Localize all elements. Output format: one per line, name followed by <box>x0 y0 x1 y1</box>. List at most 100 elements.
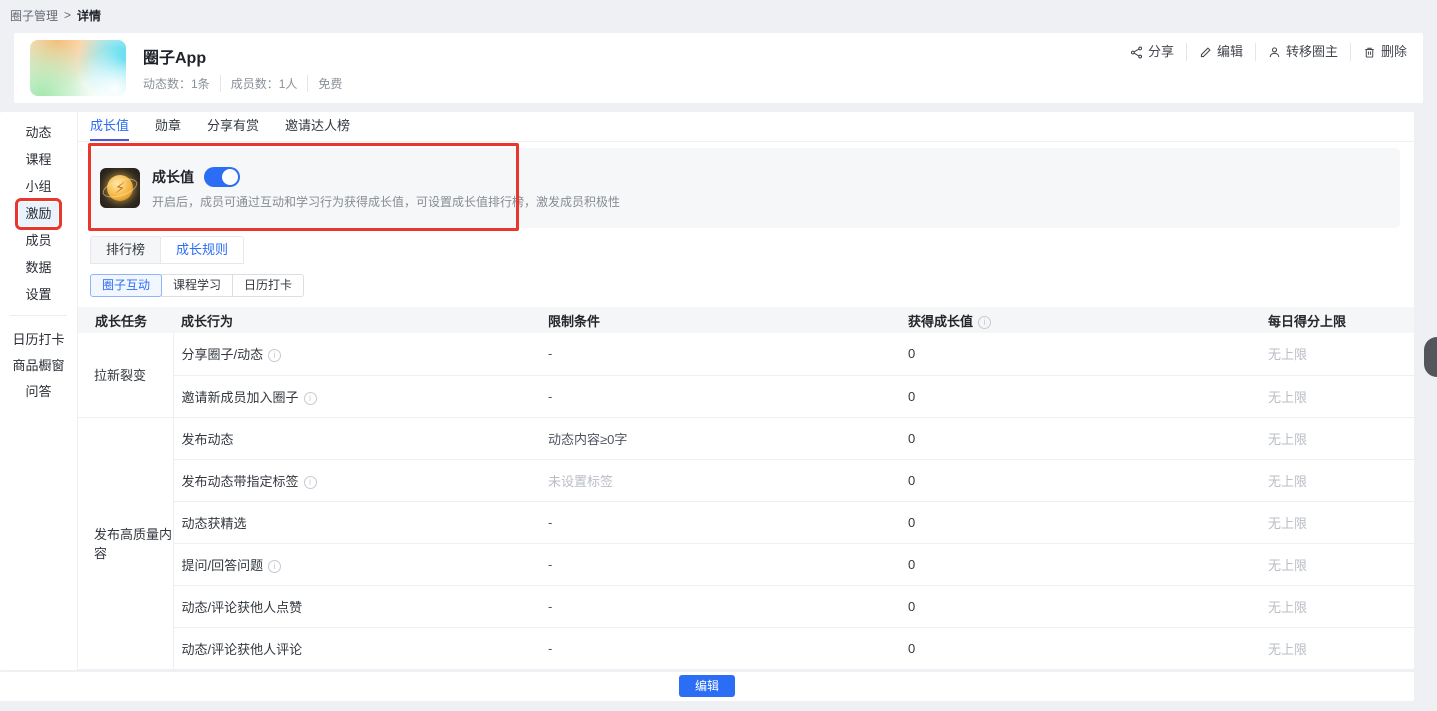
edit-button[interactable]: 编辑 <box>679 675 735 697</box>
app-header-info: 圈子App 动态数：1条成员数：1人免费 <box>143 42 352 94</box>
main-card: 动态课程小组激励成员数据设置日历打卡商品橱窗问答 成长值勋章分享有赏邀请达人榜 … <box>0 112 1414 670</box>
behavior-label: 提问/回答问题 <box>182 558 264 573</box>
edit-button-label: 编辑 <box>1217 43 1243 61</box>
delete-button[interactable]: 删除 <box>1350 43 1407 61</box>
condition-cell: - <box>540 585 900 627</box>
behavior-label: 分享圈子/动态 <box>182 347 264 362</box>
daily-limit-cell: 无上限 <box>1260 501 1414 543</box>
info-icon[interactable]: i <box>304 476 317 489</box>
behavior-cell: 提问/回答问题 i <box>173 543 540 585</box>
table-row: 动态/评论获他人评论 -0无上限 <box>78 627 1414 669</box>
behavior-cell: 发布动态 <box>173 417 540 459</box>
share-button-label: 分享 <box>1148 43 1174 61</box>
table-header-row: 成长任务成长行为限制条件获得成长值i每日得分上限 <box>78 307 1414 333</box>
stat-item: 免费 <box>308 75 352 92</box>
breadcrumb-separator: > <box>64 8 71 22</box>
info-icon[interactable]: i <box>268 560 281 573</box>
sub-tab-bar: 排行榜成长规则 <box>90 236 1414 264</box>
daily-limit-cell: 无上限 <box>1260 585 1414 627</box>
table-row: 邀请新成员加入圈子i-0无上限 <box>78 375 1414 417</box>
app-stats: 动态数：1条成员数：1人免费 <box>143 75 352 92</box>
sidebar: 动态课程小组激励成员数据设置日历打卡商品橱窗问答 <box>0 112 77 670</box>
behavior-cell: 分享圈子/动态 i <box>173 333 540 375</box>
floating-widget[interactable] <box>1424 337 1437 377</box>
stat-item: 成员数：1人 <box>221 75 309 92</box>
behavior-cell: 邀请新成员加入圈子i <box>173 375 540 417</box>
edit-button[interactable]: 编辑 <box>1186 43 1255 61</box>
filter-pill[interactable]: 日历打卡 <box>232 274 304 297</box>
tab-item[interactable]: 勋章 <box>155 112 181 141</box>
growth-panel-title: 成长值 <box>152 167 194 187</box>
app-cover-image <box>30 40 126 96</box>
content-area: 成长值勋章分享有赏邀请达人榜 ⚡ 成长值 开启后，成员可通过互动和学习行为获得成… <box>77 112 1414 670</box>
sidebar-item[interactable]: 动态 <box>19 121 57 145</box>
column-header: 限制条件 <box>540 307 900 333</box>
breadcrumb-current: 详情 <box>77 7 101 24</box>
column-header: 获得成长值i <box>900 307 1260 333</box>
growth-value-toggle[interactable] <box>204 167 240 187</box>
tab-item[interactable]: 邀请达人榜 <box>285 112 350 141</box>
sidebar-item[interactable]: 商品橱窗 <box>6 354 70 378</box>
daily-limit-cell: 无上限 <box>1260 459 1414 501</box>
column-header: 成长任务 <box>78 307 173 333</box>
behavior-label: 动态获精选 <box>182 516 247 531</box>
condition-cell: 未设置标签 <box>540 459 900 501</box>
condition-cell: - <box>540 627 900 669</box>
page-title: 圈子App <box>143 44 352 68</box>
growth-panel-description: 开启后，成员可通过互动和学习行为获得成长值，可设置成长值排行榜，激发成员积极性 <box>152 193 620 210</box>
table-row: 动态获精选 -0无上限 <box>78 501 1414 543</box>
sidebar-item[interactable]: 激励 <box>19 202 57 226</box>
growth-value-cell: 0 <box>900 585 1260 627</box>
daily-limit-cell: 无上限 <box>1260 543 1414 585</box>
share-icon <box>1130 46 1143 59</box>
table-row: 发布动态带指定标签i未设置标签0无上限 <box>78 459 1414 501</box>
sidebar-item[interactable]: 小组 <box>19 175 57 199</box>
growth-value-cell: 0 <box>900 543 1260 585</box>
table-row: 拉新裂变分享圈子/动态i-0无上限 <box>78 333 1414 375</box>
sub-tab-item[interactable]: 成长规则 <box>160 236 244 264</box>
growth-value-cell: 0 <box>900 459 1260 501</box>
delete-button-label: 删除 <box>1381 43 1407 61</box>
sidebar-item[interactable]: 日历打卡 <box>6 328 70 352</box>
growth-value-cell: 0 <box>900 333 1260 375</box>
daily-limit-cell: 无上限 <box>1260 627 1414 669</box>
sidebar-item[interactable]: 成员 <box>19 229 57 253</box>
breadcrumb-parent[interactable]: 圈子管理 <box>10 7 58 24</box>
table-row: 发布高质量内容发布动态动态内容≥0字0无上限 <box>78 417 1414 459</box>
filter-pill[interactable]: 课程学习 <box>161 274 233 297</box>
filter-pill[interactable]: 圈子互动 <box>90 274 162 297</box>
growth-value-cell: 0 <box>900 627 1260 669</box>
transfer-button[interactable]: 转移圈主 <box>1255 43 1350 61</box>
growth-panel-text: 成长值 开启后，成员可通过互动和学习行为获得成长值，可设置成长值排行榜，激发成员… <box>152 167 620 210</box>
info-icon[interactable]: i <box>268 349 281 362</box>
condition-cell: - <box>540 375 900 417</box>
behavior-cell: 动态/评论获他人点赞 <box>173 585 540 627</box>
toggle-knob <box>222 169 238 185</box>
growth-value-cell: 0 <box>900 501 1260 543</box>
condition-cell: - <box>540 543 900 585</box>
sidebar-item[interactable]: 课程 <box>19 148 57 172</box>
condition-cell: - <box>540 333 900 375</box>
tab-item[interactable]: 成长值 <box>90 112 129 141</box>
tab-item[interactable]: 分享有赏 <box>207 112 259 141</box>
condition-cell: - <box>540 501 900 543</box>
stat-item: 动态数：1条 <box>143 75 221 92</box>
sub-tab-item[interactable]: 排行榜 <box>90 236 161 264</box>
header-actions: 分享 编辑转移圈主 删除 <box>1118 43 1407 61</box>
sidebar-item[interactable]: 设置 <box>19 283 57 307</box>
behavior-cell: 发布动态带指定标签i <box>173 459 540 501</box>
behavior-label: 动态/评论获他人评论 <box>182 642 303 657</box>
share-button[interactable]: 分享 <box>1118 43 1186 61</box>
behavior-label: 发布动态 <box>182 432 234 447</box>
task-group-cell: 拉新裂变 <box>78 333 173 417</box>
sidebar-item[interactable]: 数据 <box>19 256 57 280</box>
daily-limit-cell: 无上限 <box>1260 375 1414 417</box>
info-icon[interactable]: i <box>304 392 317 405</box>
sidebar-item[interactable]: 问答 <box>19 380 57 404</box>
behavior-cell: 动态获精选 <box>173 501 540 543</box>
tab-bar: 成长值勋章分享有赏邀请达人榜 <box>78 112 1414 142</box>
info-icon[interactable]: i <box>978 316 991 329</box>
table-row: 动态/评论获他人点赞-0无上限 <box>78 585 1414 627</box>
daily-limit-cell: 无上限 <box>1260 333 1414 375</box>
breadcrumb: 圈子管理 > 详情 <box>0 0 1437 30</box>
